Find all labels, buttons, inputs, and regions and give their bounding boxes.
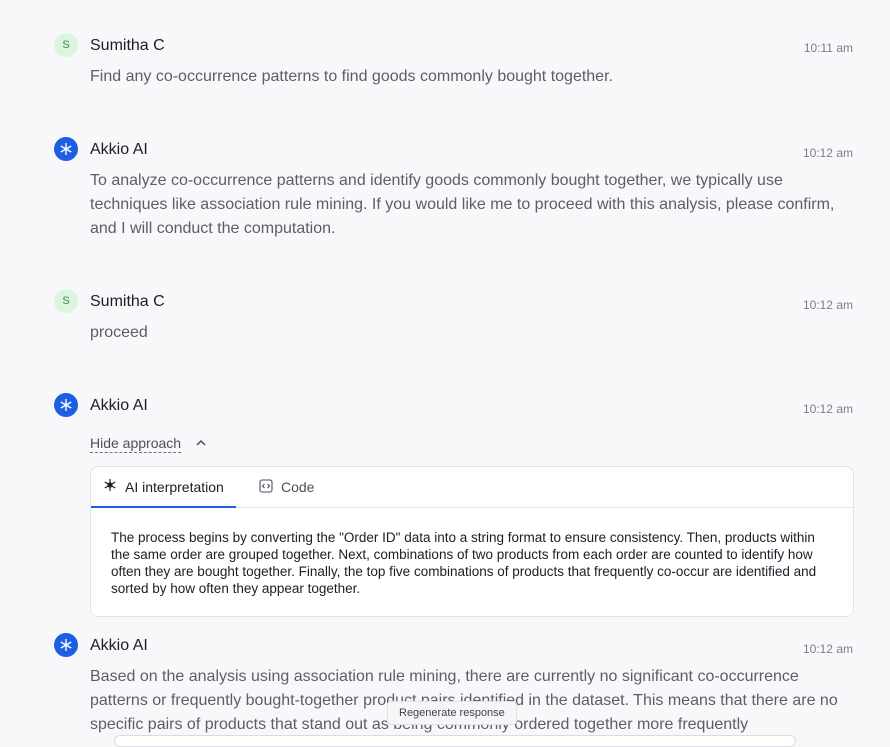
message-text: proceed: [90, 324, 148, 341]
tab-code[interactable]: Code: [259, 467, 314, 507]
code-icon: [259, 478, 273, 496]
user-avatar: S: [54, 33, 78, 57]
snowflake-icon: [54, 393, 78, 417]
timestamp: 10:12 am: [802, 146, 853, 160]
sparkle-icon: [103, 478, 117, 495]
sender-name: Akkio AI: [90, 397, 148, 414]
snowflake-icon: [54, 137, 78, 161]
sender-name: Akkio AI: [90, 141, 148, 158]
snowflake-icon: [54, 633, 78, 657]
tab-label: AI interpretation: [125, 478, 224, 495]
tab-ai-interpretation[interactable]: AI interpretation: [91, 467, 236, 508]
chat-input[interactable]: [114, 735, 796, 747]
message-text: To analyze co-occurrence patterns and id…: [90, 172, 835, 237]
approach-panel: AI interpretation Code The process begin…: [90, 466, 854, 617]
timestamp: 10:12 am: [802, 402, 853, 416]
timestamp: 10:11 am: [803, 41, 853, 55]
user-avatar: S: [54, 289, 78, 313]
approach-tabs: AI interpretation Code: [91, 467, 853, 508]
sender-name: Akkio AI: [90, 637, 148, 654]
message-text: Find any co-occurrence patterns to find …: [90, 68, 613, 85]
chevron-up-icon[interactable]: [195, 437, 207, 452]
timestamp: 10:12 am: [802, 298, 853, 312]
sender-name: Sumitha C: [90, 37, 165, 54]
tab-label: Code: [281, 479, 315, 495]
timestamp: 10:12 am: [802, 642, 853, 656]
hide-approach-link[interactable]: Hide approach: [90, 435, 182, 453]
interpretation-text: The process begins by converting the "Or…: [111, 530, 817, 596]
regenerate-button[interactable]: Regenerate response: [387, 701, 517, 725]
sender-name: Sumitha C: [90, 293, 165, 310]
